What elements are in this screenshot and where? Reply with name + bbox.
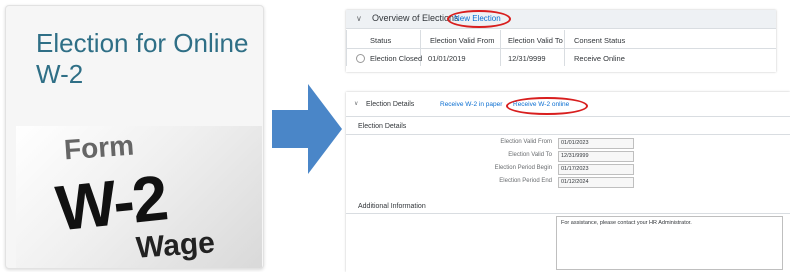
overview-title: Overview of Elections	[372, 13, 459, 23]
new-election-highlight	[447, 10, 511, 28]
column-header: Consent Status	[574, 36, 626, 45]
chevron-down-icon[interactable]: ∨	[354, 100, 358, 107]
w2-form-image: Form W-2 Wage	[16, 126, 262, 268]
column-header: Election Valid From	[430, 36, 495, 45]
additional-info-title: Additional Information	[358, 203, 426, 210]
receive-online-highlight	[506, 97, 588, 115]
receive-paper-link[interactable]: Receive W-2 in paper	[440, 101, 502, 108]
row-select-radio[interactable]	[356, 54, 365, 63]
column-header: Election Valid To	[508, 36, 563, 45]
valid-from-cell: 01/01/2019	[428, 54, 466, 63]
column-header: Status	[370, 36, 392, 45]
status-cell: Election Closed	[370, 54, 423, 63]
details-panel: ∨ Election Details Receive W-2 in paper …	[346, 92, 790, 272]
additional-info-box[interactable]: For assistance, please contact your HR A…	[556, 216, 783, 270]
table-header-row: Status Election Valid From Election Vali…	[346, 30, 776, 48]
details-title: Election Details	[366, 101, 415, 108]
tile-title: Election for Online W-2	[36, 28, 249, 89]
consent-cell: Receive Online	[574, 54, 625, 63]
valid-to-field[interactable]: 12/31/9999	[558, 151, 634, 162]
period-begin-field[interactable]: 01/17/2023	[558, 164, 634, 175]
field-label: Election Valid To	[508, 152, 552, 158]
election-tile[interactable]: Election for Online W-2 Form W-2 Wage	[5, 5, 264, 269]
field-label: Election Valid From	[500, 139, 552, 145]
valid-from-field[interactable]: 01/01/2023	[558, 138, 634, 149]
additional-info-text: For assistance, please contact your HR A…	[561, 220, 692, 226]
period-end-field[interactable]: 01/12/2024	[558, 177, 634, 188]
valid-to-cell: 12/31/9999	[508, 54, 546, 63]
overview-panel: ∨ Overview of Elections New Election Sta…	[346, 10, 776, 72]
table-row[interactable]: Election Closed 01/01/2019 12/31/9999 Re…	[346, 49, 776, 67]
chevron-down-icon[interactable]: ∨	[356, 14, 362, 23]
image-wage-word: Wage	[134, 226, 216, 265]
overview-header: ∨ Overview of Elections New Election	[346, 10, 776, 29]
field-label: Election Period End	[499, 178, 552, 184]
image-form-word: Form	[62, 129, 135, 166]
right-arrow-icon	[272, 84, 342, 174]
field-label: Election Period Begin	[494, 165, 552, 171]
section-title: Election Details	[358, 123, 407, 130]
